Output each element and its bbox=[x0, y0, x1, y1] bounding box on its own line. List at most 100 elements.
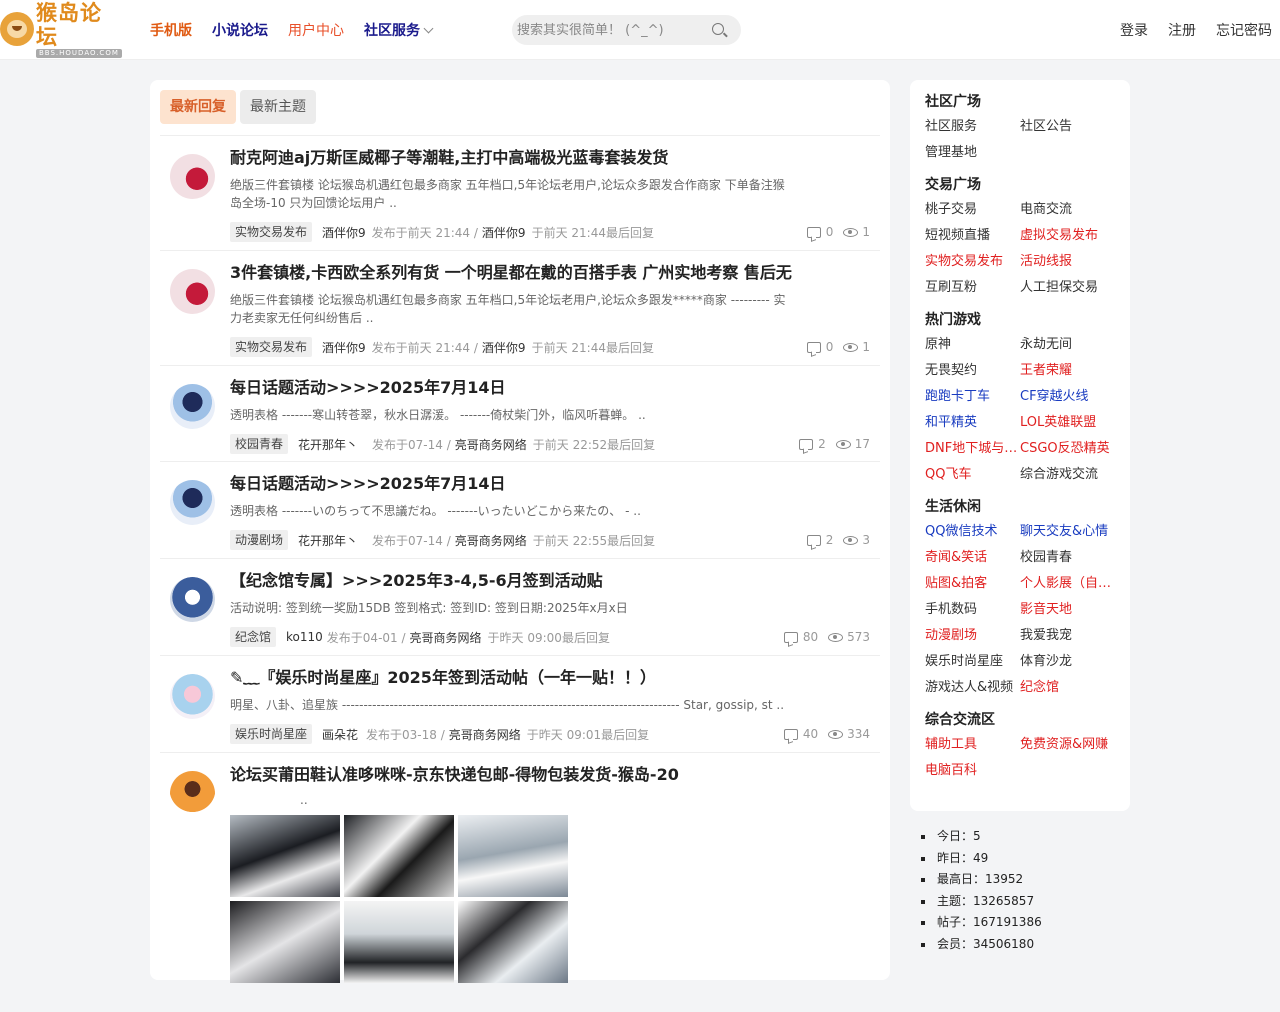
sidebar-link[interactable]: 辅助工具 bbox=[925, 736, 1020, 754]
sidebar-link[interactable]: CF穿越火线 bbox=[1020, 388, 1115, 406]
thread-item: 论坛买莆田鞋认准哆咪咪-京东快递包邮-得物包装发货-猴岛-20 .. bbox=[160, 752, 880, 1012]
thread-title[interactable]: 3件套镇楼,卡西欧全系列有货 一个明星都在戴的百搭手表 广州实地考察 售后无 bbox=[230, 263, 870, 283]
sidebar-link[interactable]: 虚拟交易发布 bbox=[1020, 227, 1115, 245]
last-reply-user[interactable]: 亮哥商务网络 bbox=[455, 436, 527, 453]
view-count: 1 bbox=[862, 340, 870, 354]
stat-posts: 帖子：167191386 bbox=[920, 912, 1120, 934]
category-badge[interactable]: 校园青春 bbox=[230, 434, 289, 454]
sidebar-link[interactable]: 活动线报 bbox=[1020, 253, 1115, 271]
category-badge[interactable]: 纪念馆 bbox=[230, 627, 277, 647]
avatar[interactable] bbox=[170, 674, 215, 719]
author-name[interactable]: ko110 bbox=[286, 630, 323, 644]
tab-latest-replies[interactable]: 最新回复 bbox=[160, 90, 236, 124]
author-name[interactable]: 酒伴你9 bbox=[322, 339, 366, 356]
sidebar-link[interactable]: 短视频直播 bbox=[925, 227, 1020, 245]
thread-title[interactable]: 耐克阿迪aj万斯匡威椰子等潮鞋,主打中高端极光蓝毒套装发货 bbox=[230, 148, 870, 168]
nav-mobile[interactable]: 手机版 bbox=[150, 20, 192, 40]
sidebar-link[interactable]: 社区公告 bbox=[1020, 118, 1115, 136]
sidebar-link[interactable]: 互刷互粉 bbox=[925, 279, 1020, 297]
sidebar-link[interactable]: CSGO反恐精英 bbox=[1020, 440, 1115, 458]
last-reply-user[interactable]: 亮哥商务网络 bbox=[410, 629, 482, 646]
category-badge[interactable]: 娱乐时尚星座 bbox=[230, 724, 313, 744]
nav-community-services[interactable]: 社区服务 bbox=[364, 20, 434, 40]
category-badge[interactable]: 实物交易发布 bbox=[230, 337, 313, 357]
last-reply-user[interactable]: 亮哥商务网络 bbox=[449, 726, 521, 743]
avatar[interactable] bbox=[170, 154, 215, 199]
sidebar-link[interactable]: 桃子交易 bbox=[925, 201, 1020, 219]
view-count-icon bbox=[843, 227, 859, 237]
sidebar-link[interactable]: 永劫无间 bbox=[1020, 336, 1115, 354]
search-icon[interactable] bbox=[712, 23, 724, 35]
sidebar-link[interactable]: 综合游戏交流 bbox=[1020, 466, 1115, 484]
sidebar-link[interactable]: QQ飞车 bbox=[925, 466, 1020, 484]
sidebar-link[interactable]: 校园青春 bbox=[1020, 549, 1115, 567]
site-logo[interactable]: 猴岛论坛 BBS.HOUDAO.COM bbox=[0, 1, 122, 58]
register-link[interactable]: 注册 bbox=[1168, 20, 1196, 40]
sidebar-link[interactable]: 聊天交友&心情 bbox=[1020, 523, 1115, 541]
thread-title[interactable]: 【纪念馆专属】>>>2025年3-4,5-6月签到活动贴 bbox=[230, 571, 870, 591]
sidebar-link[interactable]: 社区服务 bbox=[925, 118, 1020, 136]
last-reply-time: 于前天 22:52最后回复 bbox=[532, 437, 656, 452]
sidebar-link[interactable]: 王者荣耀 bbox=[1020, 362, 1115, 380]
forgot-password-link[interactable]: 忘记密码 bbox=[1216, 20, 1272, 40]
sidebar-link[interactable]: 我爱我宠 bbox=[1020, 627, 1115, 645]
sidebar-link[interactable]: 电商交流 bbox=[1020, 201, 1115, 219]
author-name[interactable]: 花开那年丶 bbox=[298, 436, 358, 453]
post-time: 发布于前天 21:44 / bbox=[371, 225, 478, 240]
nav-user-center[interactable]: 用户中心 bbox=[288, 20, 344, 40]
thread-photo[interactable] bbox=[230, 901, 340, 983]
last-reply-user[interactable]: 亮哥商务网络 bbox=[455, 532, 527, 549]
sidebar-link[interactable]: 免费资源&网赚 bbox=[1020, 736, 1115, 754]
avatar[interactable] bbox=[170, 384, 215, 429]
sidebar-link[interactable]: DNF地下城与勇士 bbox=[925, 440, 1020, 458]
author-name[interactable]: 酒伴你9 bbox=[322, 224, 366, 241]
thread-summary: 绝版三件套镇楼 论坛猴岛机遇红包最多商家 五年档口,5年论坛老用户,论坛众多跟发… bbox=[230, 293, 786, 325]
thread-title[interactable]: ✎﹏『娱乐时尚星座』2025年签到活动帖（一年一贴！！） bbox=[230, 668, 870, 688]
sidebar-link[interactable]: 无畏契约 bbox=[925, 362, 1020, 380]
sidebar-link[interactable]: 手机数码 bbox=[925, 601, 1020, 619]
sidebar-link[interactable]: LOL英雄联盟 bbox=[1020, 414, 1115, 432]
last-reply-user[interactable]: 酒伴你9 bbox=[482, 224, 526, 241]
sidebar-link[interactable]: 游戏达人&视频 bbox=[925, 679, 1020, 697]
sidebar-link[interactable]: 奇闻&笑话 bbox=[925, 549, 1020, 567]
sidebar-link[interactable]: 体育沙龙 bbox=[1020, 653, 1115, 671]
avatar[interactable] bbox=[170, 480, 215, 525]
sidebar-link[interactable]: 人工担保交易 bbox=[1020, 279, 1115, 297]
author-name[interactable]: 花开那年丶 bbox=[298, 532, 358, 549]
sidebar-link[interactable]: 管理基地 bbox=[925, 144, 1020, 162]
view-count: 17 bbox=[854, 437, 870, 451]
thread-photo[interactable] bbox=[344, 815, 454, 897]
avatar[interactable] bbox=[170, 771, 215, 816]
view-count: 3 bbox=[862, 533, 870, 547]
thread-title[interactable]: 论坛买莆田鞋认准哆咪咪-京东快递包邮-得物包装发货-猴岛-20 bbox=[230, 765, 870, 785]
sidebar-link[interactable]: 娱乐时尚星座 bbox=[925, 653, 1020, 671]
sidebar-link[interactable]: 纪念馆 bbox=[1020, 679, 1115, 697]
view-count: 334 bbox=[847, 727, 870, 741]
login-link[interactable]: 登录 bbox=[1120, 20, 1148, 40]
avatar[interactable] bbox=[170, 269, 215, 314]
tab-latest-threads[interactable]: 最新主题 bbox=[240, 90, 316, 124]
sidebar-link[interactable]: QQ微信技术 bbox=[925, 523, 1020, 541]
thread-title[interactable]: 每日话题活动>>>>2025年7月14日 bbox=[230, 378, 870, 398]
sidebar-link[interactable]: 电脑百科 bbox=[925, 762, 1020, 780]
category-badge[interactable]: 实物交易发布 bbox=[230, 222, 313, 242]
search-input[interactable] bbox=[517, 15, 707, 45]
avatar[interactable] bbox=[170, 577, 215, 622]
thread-title[interactable]: 每日话题活动>>>>2025年7月14日 bbox=[230, 474, 870, 494]
thread-photo[interactable] bbox=[344, 901, 454, 983]
sidebar-link[interactable]: 原神 bbox=[925, 336, 1020, 354]
thread-photo[interactable] bbox=[458, 901, 568, 983]
nav-novel-forum[interactable]: 小说论坛 bbox=[212, 20, 268, 40]
sidebar-link[interactable]: 个人影展（自拍） bbox=[1020, 575, 1115, 593]
thread-photo[interactable] bbox=[458, 815, 568, 897]
sidebar-link[interactable]: 影音天地 bbox=[1020, 601, 1115, 619]
sidebar-link[interactable]: 跑跑卡丁车 bbox=[925, 388, 1020, 406]
sidebar-link[interactable]: 实物交易发布 bbox=[925, 253, 1020, 271]
sidebar-link[interactable]: 贴图&拍客 bbox=[925, 575, 1020, 593]
last-reply-user[interactable]: 酒伴你9 bbox=[482, 339, 526, 356]
thread-photo[interactable] bbox=[230, 815, 340, 897]
author-name[interactable]: 画朵花 bbox=[322, 726, 358, 743]
sidebar-link[interactable]: 动漫剧场 bbox=[925, 627, 1020, 645]
category-badge[interactable]: 动漫剧场 bbox=[230, 530, 289, 550]
sidebar-link[interactable]: 和平精英 bbox=[925, 414, 1020, 432]
